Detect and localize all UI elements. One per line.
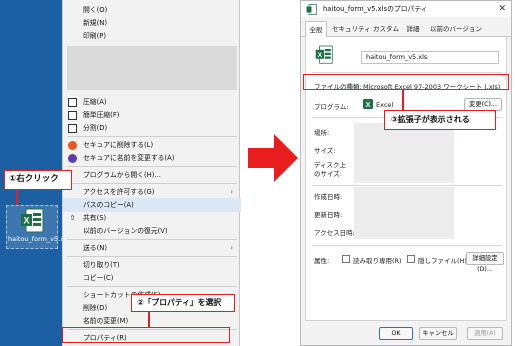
menu-separator: [67, 239, 237, 240]
cancel-button[interactable]: キャンセル: [419, 327, 457, 340]
menu-separator: [67, 183, 237, 184]
svg-text:X: X: [318, 52, 323, 59]
blurred-menu-area: [67, 46, 237, 90]
screenshot-root: X haitou_form_v5.xls 開く(O) 新規(N) 印刷(P) 圧…: [0, 0, 518, 346]
menu-item-print[interactable]: 印刷(P): [63, 29, 241, 43]
redacted-dates: [354, 187, 454, 239]
svg-text:X: X: [365, 100, 370, 109]
chevron-right-icon: ›: [230, 188, 233, 196]
menu-separator: [67, 286, 237, 287]
dialog-title: haitou_form_v5.xlsのプロパティ: [323, 5, 428, 13]
redacted-values: [354, 123, 454, 183]
program-label: プログラム:: [314, 103, 349, 111]
menu-item-rename[interactable]: 名前の変更(M): [63, 314, 241, 328]
hidden-checkbox[interactable]: [407, 255, 415, 263]
callout-right-click: ①右クリック: [4, 170, 72, 190]
excel-file-icon: [306, 4, 317, 15]
dialog-titlebar: haitou_form_v5.xlsのプロパティ ✕: [301, 1, 511, 17]
menu-item-easy-compress[interactable]: 簡単圧縮(F): [63, 108, 241, 122]
tab-custom[interactable]: カスタム: [372, 21, 400, 37]
divider: [312, 185, 502, 186]
secure-rename-icon: [68, 154, 77, 163]
chevron-right-icon: ›: [230, 244, 233, 252]
location-label: 場所:: [314, 129, 330, 137]
tab-details[interactable]: 詳細: [402, 21, 424, 37]
created-label: 作成日時:: [314, 193, 343, 201]
arrow-right-icon: [248, 134, 298, 182]
properties-highlight-box: [62, 327, 230, 343]
close-icon[interactable]: ✕: [498, 1, 506, 17]
archive-icon: [68, 98, 77, 107]
menu-separator: [67, 166, 237, 167]
accessed-label: アクセス日時:: [314, 229, 355, 237]
size-label: サイズ:: [314, 147, 336, 155]
menu-item-restore-previous[interactable]: 以前のバージョンの復元(V): [63, 224, 241, 238]
properties-dialog: haitou_form_v5.xlsのプロパティ ✕ 全般 セキュリティ カスタ…: [300, 0, 512, 346]
menu-item-copy-path[interactable]: パスのコピー(A): [63, 198, 241, 212]
callout-extension-shown: ③拡張子が表示される: [384, 110, 496, 130]
divider: [312, 72, 502, 73]
program-value: Excel: [376, 101, 394, 109]
divider: [312, 245, 502, 246]
excel-file-icon: X: [315, 45, 333, 64]
menu-item-new[interactable]: 新規(N): [63, 16, 241, 30]
secure-delete-icon: [68, 141, 77, 150]
archive-icon: [68, 111, 77, 120]
tab-previous-versions[interactable]: 以前のバージョン: [430, 21, 482, 37]
callout-pointer-line: [402, 90, 404, 110]
archive-icon: [68, 124, 77, 133]
menu-item-open[interactable]: 開く(O): [63, 3, 241, 17]
advanced-button[interactable]: 詳細設定(D)...: [466, 252, 504, 273]
menu-item-copy[interactable]: コピー(C): [63, 271, 241, 285]
menu-separator: [67, 136, 237, 137]
readonly-checkbox[interactable]: [342, 255, 350, 263]
excel-app-icon: X: [363, 99, 373, 109]
attributes-label: 属性:: [314, 257, 330, 265]
modified-label: 更新日時:: [314, 211, 343, 219]
menu-item-send-to[interactable]: 送る(N) ›: [63, 241, 241, 255]
readonly-label: 読み取り専用(R): [353, 257, 402, 265]
menu-item-open-with[interactable]: プログラムから開く(H)...: [63, 168, 241, 182]
menu-separator: [67, 256, 237, 257]
disk-size-label: ディスク上 のサイズ:: [314, 161, 347, 178]
excel-file-icon: X: [21, 208, 44, 233]
menu-item-compress[interactable]: 圧縮(A): [63, 95, 241, 109]
menu-item-secure-rename[interactable]: セキュアに名前を変更する(A): [63, 151, 241, 165]
ok-button[interactable]: OK: [379, 327, 413, 340]
file-type-highlight-box: [303, 74, 509, 90]
callout-select-properties: ②「プロパティ」を選択: [131, 294, 235, 312]
share-icon: ⇧: [69, 214, 76, 222]
menu-item-split[interactable]: 分割(D): [63, 121, 241, 135]
desktop-file-icon[interactable]: X haitou_form_v5.xls: [6, 205, 65, 249]
file-name-field[interactable]: haitou_form_v5.xls: [361, 51, 499, 64]
menu-item-share[interactable]: ⇧ 共有(S): [63, 211, 241, 225]
callout-pointer-line: [148, 312, 150, 327]
dialog-tabs: 全般 セキュリティ カスタム 詳細 以前のバージョン: [301, 21, 511, 37]
desktop-file-name: haitou_form_v5.xls: [8, 235, 65, 243]
apply-button[interactable]: 適用(A): [467, 327, 503, 340]
menu-item-secure-delete[interactable]: セキュアに削除する(L): [63, 138, 241, 152]
svg-text:X: X: [23, 216, 29, 226]
menu-item-grant-access[interactable]: アクセスを許可する(G) ›: [63, 185, 241, 199]
menu-item-cut[interactable]: 切り取り(T): [63, 258, 241, 272]
tab-general[interactable]: 全般: [305, 21, 327, 37]
callout-pointer-line: [16, 190, 18, 205]
hidden-label: 隠しファイル(H): [418, 257, 467, 265]
tab-security[interactable]: セキュリティ: [332, 21, 371, 37]
